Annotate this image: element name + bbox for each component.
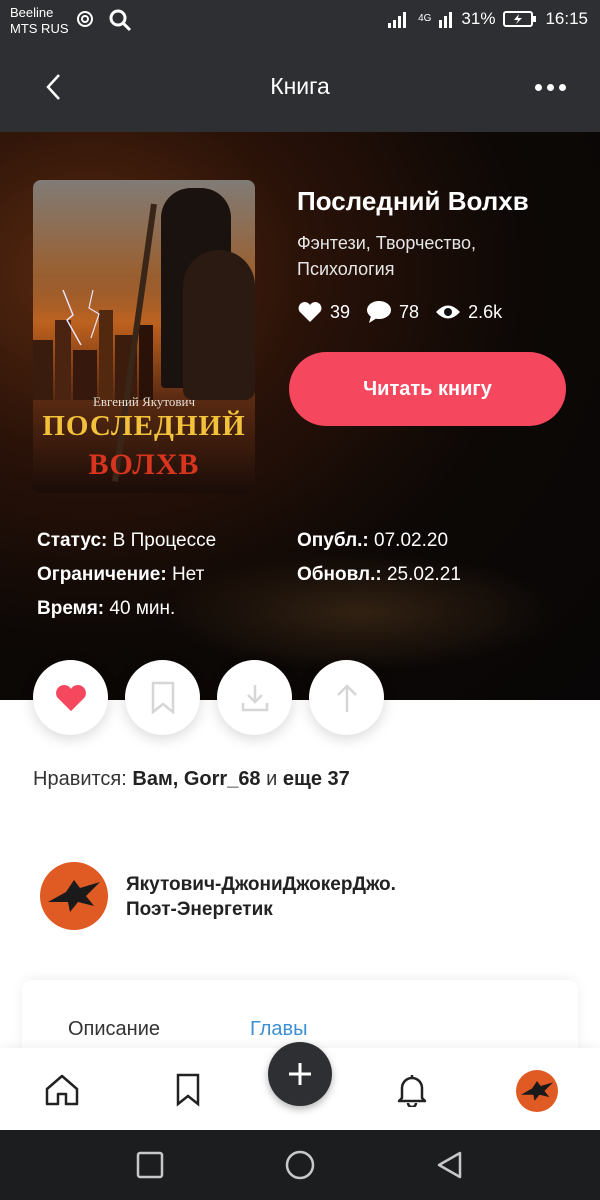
comment-icon <box>367 301 392 323</box>
nav-home[interactable] <box>40 1068 84 1112</box>
bell-icon <box>397 1075 427 1107</box>
like-button[interactable] <box>33 660 108 735</box>
nav-profile[interactable] <box>514 1068 560 1114</box>
heart-filled-icon <box>55 684 86 711</box>
home-system-button[interactable] <box>283 1148 317 1182</box>
nav-bookmarks[interactable] <box>166 1068 210 1112</box>
comments-stat: 78 <box>366 300 419 324</box>
settings-notification-icon <box>77 11 93 27</box>
battery-percent: 31% <box>461 9 496 28</box>
cover-author: Евгений Якутович <box>92 394 196 409</box>
book-stats: 39 78 2.6k <box>297 300 518 324</box>
time-value: 40 мин. <box>109 598 176 619</box>
more-dot <box>558 83 566 91</box>
carrier-info: Beeline MTS RUS <box>10 5 69 37</box>
add-button[interactable] <box>268 1042 332 1106</box>
home-icon <box>45 1074 79 1106</box>
bookmark-nav-icon <box>176 1073 200 1107</box>
author-row[interactable]: Якутович-ДжониДжокерДжо. Поэт-Энергетик <box>40 862 560 932</box>
updated-value: 25.02.21 <box>386 564 461 585</box>
share-button[interactable] <box>309 660 384 735</box>
time-label: Время: <box>37 598 105 619</box>
tab-chapters[interactable]: Главы <box>250 1018 308 1041</box>
likes-count: 39 <box>330 301 351 322</box>
published-value: 07.02.20 <box>374 530 449 551</box>
cover-title-line1: ПОСЛЕДНИЙ <box>42 410 246 442</box>
raven-icon <box>48 880 100 912</box>
more-dot <box>546 83 554 91</box>
book-title: Последний Волхв <box>297 186 529 216</box>
views-count: 2.6k <box>468 301 503 322</box>
status-bar: Beeline MTS RUS 4G 31% 16:15 <box>0 0 600 45</box>
recent-apps-button[interactable] <box>133 1148 167 1182</box>
circle-icon <box>285 1150 315 1180</box>
author-avatar <box>40 862 108 930</box>
author-name: Якутович-ДжониДжокерДжо. Поэт-Энергетик <box>126 872 396 922</box>
cover-title-line2: ВОЛХВ <box>88 448 200 481</box>
heart-icon <box>298 302 322 322</box>
status-row: Статус: В Процессе <box>37 524 216 558</box>
action-buttons <box>0 660 600 740</box>
arrow-up-icon <box>336 683 357 712</box>
likes-line[interactable]: Нравится: Вам, Gorr_68 и еще 37 <box>33 768 350 791</box>
system-navigation <box>0 1130 600 1200</box>
tab-description[interactable]: Описание <box>68 1018 160 1041</box>
status-label: Статус: <box>37 530 108 551</box>
app-header: Книга <box>0 45 600 132</box>
book-genres[interactable]: Фэнтези, Творчество, Психология <box>297 230 567 282</box>
bottom-navigation <box>0 1042 600 1130</box>
battery-charging-icon <box>503 11 537 27</box>
published-row: Опубл.: 07.02.20 <box>297 524 461 558</box>
network-type: 4G <box>418 13 432 24</box>
plus-icon <box>289 1063 311 1085</box>
book-info-left: Статус: В Процессе Ограничение: Нет Врем… <box>37 524 216 626</box>
likes-rest: еще 37 <box>282 768 350 790</box>
book-info-right: Опубл.: 07.02.20 Обновл.: 25.02.21 <box>297 524 461 592</box>
likes-stat: 39 <box>297 301 350 323</box>
signal-icon <box>388 12 407 28</box>
carrier-name-2: MTS RUS <box>10 21 69 36</box>
download-icon <box>241 684 268 711</box>
comments-count: 78 <box>399 301 420 322</box>
likes-prefix: Нравится: <box>33 768 127 790</box>
cover-hooded-figure <box>183 250 255 400</box>
author-name-line1: Якутович-ДжониДжокерДжо. <box>126 874 396 895</box>
triangle-back-icon <box>437 1151 462 1179</box>
download-button[interactable] <box>217 660 292 735</box>
time-row: Время: 40 мин. <box>37 592 216 626</box>
updated-label: Обновл.: <box>297 564 382 585</box>
more-options-button[interactable] <box>530 73 570 101</box>
status-value: В Процессе <box>112 530 217 551</box>
search-notification-icon <box>109 9 132 32</box>
updated-row: Обновл.: 25.02.21 <box>297 558 461 592</box>
profile-avatar <box>516 1070 558 1112</box>
published-label: Опубл.: <box>297 530 369 551</box>
read-book-button[interactable]: Читать книгу <box>289 352 566 426</box>
clock: 16:15 <box>545 9 588 28</box>
author-name-line2: Поэт-Энергетик <box>126 899 273 920</box>
square-icon <box>136 1151 164 1179</box>
restriction-value: Нет <box>171 564 205 585</box>
book-cover[interactable]: Евгений Якутович ПОСЛЕДНИЙ ВОЛХВ <box>33 180 255 493</box>
restriction-row: Ограничение: Нет <box>37 558 216 592</box>
signal-2-icon <box>439 12 453 28</box>
views-stat: 2.6k <box>435 302 502 323</box>
more-dots-icon <box>534 83 542 91</box>
nav-notifications[interactable] <box>390 1068 434 1112</box>
likes-conjunction: и <box>266 768 278 790</box>
eye-icon <box>436 305 461 319</box>
page-title: Книга <box>270 73 330 99</box>
raven-small-icon <box>520 1081 554 1101</box>
restriction-label: Ограничение: <box>37 564 167 585</box>
back-system-button[interactable] <box>433 1148 467 1182</box>
bookmark-icon <box>151 681 174 715</box>
likes-names: Вам, Gorr_68 <box>132 768 261 790</box>
carrier-name-1: Beeline <box>10 5 54 20</box>
bookmark-button[interactable] <box>125 660 200 735</box>
book-hero: Евгений Якутович ПОСЛЕДНИЙ ВОЛХВ Последн… <box>0 132 600 700</box>
